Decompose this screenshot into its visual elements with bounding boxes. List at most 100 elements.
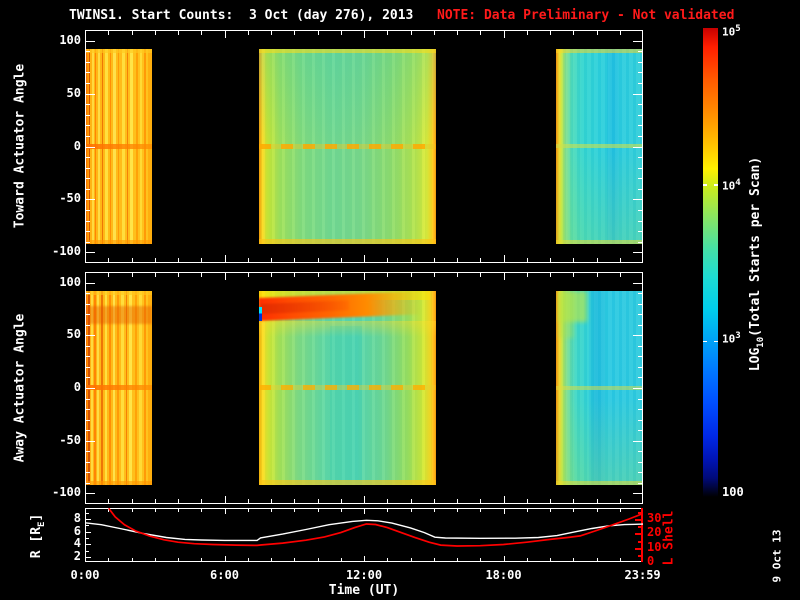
y-tick-label: 50	[66, 327, 81, 342]
y-tick-label: 50	[66, 85, 81, 100]
colorbar-tick-label: 104	[722, 177, 741, 193]
tick	[573, 273, 575, 277]
tick	[86, 199, 95, 201]
y-tick-label: 0	[73, 380, 81, 394]
tick	[154, 273, 156, 277]
tick	[317, 31, 319, 35]
tick	[596, 31, 598, 35]
tick	[86, 178, 90, 180]
colorbar-exponent: 5	[735, 24, 741, 34]
y-tick-label: -50	[59, 191, 81, 206]
tick	[247, 31, 249, 35]
colorbar-title: LOG10(Total Starts per Scan)	[748, 156, 766, 372]
tick	[638, 409, 642, 411]
colorbar-tick-label: 105	[722, 24, 741, 39]
tick	[433, 499, 435, 503]
tick	[86, 366, 90, 368]
tick	[638, 72, 642, 74]
tick	[86, 114, 90, 116]
tick	[86, 293, 90, 295]
tick	[638, 220, 642, 222]
tick	[294, 499, 296, 503]
tick	[294, 31, 296, 35]
r-axis-label: R [RE]	[29, 513, 47, 559]
tick	[480, 499, 482, 503]
tick	[387, 258, 389, 262]
tick	[201, 258, 203, 262]
tick	[638, 314, 642, 316]
panel-border	[85, 272, 643, 504]
colorbar-exponent: 3	[735, 331, 741, 342]
tick	[247, 499, 249, 503]
tick	[86, 440, 95, 442]
tick	[638, 345, 642, 347]
tick	[86, 482, 90, 484]
tick	[638, 210, 642, 212]
tick	[86, 388, 95, 389]
tick	[596, 273, 598, 277]
tick	[294, 273, 296, 277]
tick	[86, 324, 90, 326]
tick	[619, 258, 621, 262]
tick	[86, 314, 90, 316]
tick	[224, 496, 226, 503]
tick	[638, 419, 642, 421]
tick	[638, 366, 642, 368]
tick	[638, 178, 642, 180]
colorbar-exponent: 4	[735, 177, 741, 188]
tick	[131, 499, 133, 503]
tick	[178, 258, 179, 262]
tick	[638, 293, 642, 295]
y-tick-label: 100	[59, 274, 81, 289]
tick	[550, 499, 551, 503]
orbit-svg	[85, 508, 643, 547]
tick	[526, 31, 528, 35]
y-tick-label: 0	[73, 138, 81, 153]
tick	[633, 493, 642, 495]
tick	[503, 31, 505, 38]
tick	[131, 273, 133, 277]
x-tick-label: 12:00	[345, 568, 383, 582]
tick	[86, 93, 95, 95]
tick	[86, 188, 90, 190]
tick	[480, 273, 482, 277]
tick	[633, 146, 642, 148]
panel-border	[85, 30, 643, 263]
tick	[224, 273, 226, 280]
tick	[86, 419, 90, 421]
tick	[340, 31, 342, 35]
colorbar-tick	[714, 184, 718, 186]
tick	[633, 388, 642, 389]
tick	[86, 282, 95, 284]
tick	[410, 273, 412, 277]
tick	[638, 114, 642, 116]
tick	[86, 303, 90, 305]
colorbar-title-subscript: 10	[755, 336, 766, 348]
tick	[638, 324, 642, 326]
tick	[131, 31, 133, 35]
tick	[638, 482, 642, 484]
tick	[247, 258, 249, 262]
tick	[86, 220, 90, 222]
tick	[154, 31, 156, 35]
tick	[86, 345, 90, 347]
tick	[638, 472, 642, 474]
tick	[503, 273, 505, 280]
tick	[317, 273, 319, 277]
tick	[633, 282, 642, 284]
away-axis-label: Away Actuator Angle	[12, 313, 28, 463]
tick	[271, 273, 272, 277]
x-tick-label: 18:00	[485, 568, 522, 582]
tick	[224, 255, 226, 262]
tick	[201, 499, 203, 503]
tick	[638, 241, 642, 243]
lshell-tick-label: 10	[647, 539, 662, 554]
tick	[271, 31, 272, 35]
chart-title: TWINS1. Start Counts: 3 Oct (day 276), 2…	[69, 8, 414, 23]
tick	[86, 472, 90, 474]
tick	[86, 451, 90, 453]
tick	[317, 258, 319, 262]
tick	[154, 258, 156, 262]
tick	[573, 258, 575, 262]
tick	[86, 398, 90, 400]
